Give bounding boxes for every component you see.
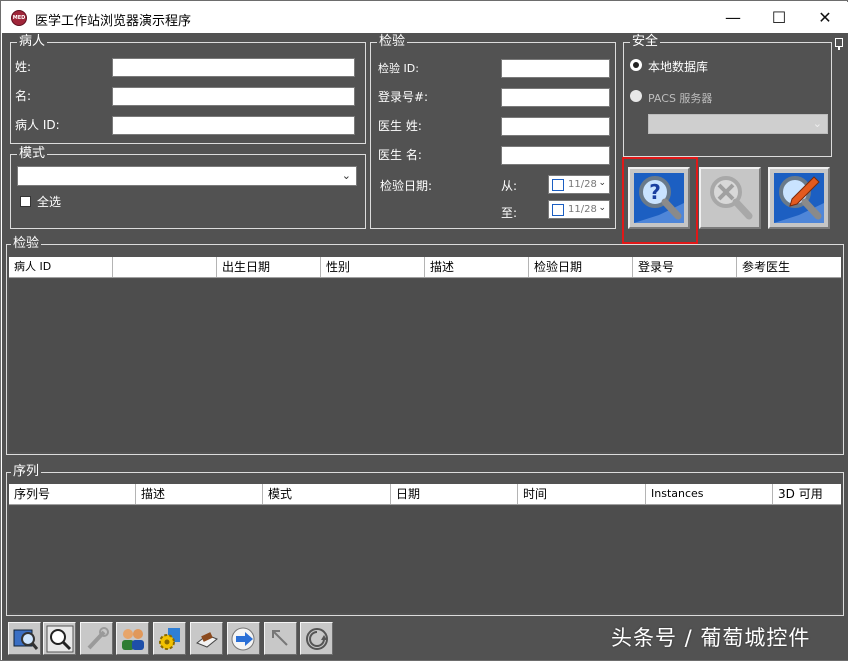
select-all-label: 全选 [37,195,62,209]
exam-date-label: 检验日期: [380,179,433,193]
pacs-server-select[interactable]: ⌄ [648,114,828,134]
settings-button[interactable] [153,622,186,655]
search-query-icon: ? [634,173,684,223]
col-sex[interactable]: 性别 [321,257,425,277]
date-to-picker[interactable]: 11/28 ⌄ [548,200,610,219]
pin-icon[interactable] [835,38,843,50]
maximize-button[interactable]: ☐ [756,2,802,33]
minimize-button[interactable]: — [710,2,756,33]
col-description[interactable]: 描述 [425,257,529,277]
col-referring-doctor[interactable]: 参考医生 [737,257,841,277]
close-button[interactable]: ✕ [802,2,848,33]
svg-text:?: ? [649,180,661,204]
users-icon [122,629,144,650]
storage-icon [196,632,218,648]
search-icon [46,625,74,653]
date-to-checkbox[interactable] [552,204,564,216]
chevron-down-icon: ⌄ [598,203,606,213]
cursor-button[interactable] [264,622,297,655]
modality-select[interactable]: ⌄ [17,166,357,186]
local-db-radio[interactable] [630,59,642,71]
watermark-text: 头条号 / 葡萄城控件 [611,626,811,650]
tools-icon [87,627,109,650]
series-list-body[interactable] [9,506,841,613]
col-series-modality[interactable]: 模式 [263,484,391,504]
app-icon: MED [11,10,27,26]
settings-gear-icon [159,628,180,650]
search-button[interactable]: ? [628,167,690,229]
pacs-server-label: PACS 服务器 [648,92,713,105]
local-db-label: 本地数据库 [648,60,709,74]
date-from-picker[interactable]: 11/28 ⌄ [548,175,610,194]
series-list-header: 序列号 描述 模式 日期 时间 Instances 3D 可用 [9,484,841,505]
doctor-first-name-input[interactable] [501,146,610,165]
first-name-label: 名: [15,89,32,103]
chevron-down-icon: ⌄ [812,117,822,130]
col-series-number[interactable]: 序列号 [9,484,136,504]
exam-filter-group: 检验 检验 ID: 登录号#: 医生 姓: 医生 名: 检验日期: 从: 11/… [370,34,616,229]
window-title: 医学工作站浏览器演示程序 [35,14,192,29]
exam-list-header: 病人 ID 出生日期 性别 描述 检验日期 登录号 参考医生 [9,257,841,278]
edit-query-icon [774,173,824,223]
col-exam-date[interactable]: 检验日期 [529,257,633,277]
security-group: 安全 本地数据库 PACS 服务器 ⌄ [623,34,832,157]
exam-list-body[interactable] [9,279,841,452]
patient-browser-button[interactable] [8,622,41,655]
doctor-last-name-label: 医生 姓: [378,119,422,133]
clear-search-button[interactable] [699,167,761,229]
col-series-date[interactable]: 日期 [391,484,518,504]
select-all-checkbox[interactable] [20,196,31,207]
exam-id-input[interactable] [501,59,610,78]
edit-query-button[interactable] [768,167,830,229]
accession-input[interactable] [501,88,610,107]
date-to-value: 11/28 [568,204,597,215]
client-area: 病人 姓: 名: 病人 ID: 模式 ⌄ 全选 检验 检验 ID: 登录号#: … [2,33,848,660]
app-window: MED 医学工作站浏览器演示程序 — ☐ ✕ 病人 姓: 名: 病人 ID: 模… [0,0,848,661]
col-accession[interactable]: 登录号 [633,257,737,277]
patient-id-label: 病人 ID: [15,118,60,132]
clear-search-icon [705,173,755,223]
col-3d-available[interactable]: 3D 可用 [773,484,841,504]
date-from-label: 从: [501,179,518,193]
date-from-value: 11/28 [568,179,597,190]
date-to-label: 至: [501,206,518,220]
doctor-first-name-label: 医生 名: [378,148,422,162]
title-bar: MED 医学工作站浏览器演示程序 — ☐ ✕ [2,2,848,33]
chevron-down-icon: ⌄ [341,169,351,182]
chevron-down-icon: ⌄ [598,178,606,188]
patient-group-title: 病人 [17,34,48,50]
accession-label: 登录号#: [378,90,429,104]
refresh-button[interactable] [300,622,333,655]
send-disc-icon [231,627,255,651]
col-series-time[interactable]: 时间 [518,484,646,504]
send-disc-button[interactable] [227,622,260,655]
users-button[interactable] [116,622,149,655]
doctor-last-name-input[interactable] [501,117,610,136]
first-name-input[interactable] [112,87,355,106]
col-patient-id[interactable]: 病人 ID [9,257,113,277]
modality-group-title: 模式 [17,146,48,162]
col-series-description[interactable]: 描述 [136,484,263,504]
last-name-input[interactable] [112,58,355,77]
exam-list-title: 检验 [11,236,42,252]
patient-group: 病人 姓: 名: 病人 ID: [10,34,366,144]
col-birth-date[interactable]: 出生日期 [217,257,321,277]
exam-filter-group-title: 检验 [377,34,408,50]
series-list-title: 序列 [11,464,42,480]
modality-group: 模式 ⌄ 全选 [10,146,366,229]
search-tool-button[interactable] [43,622,76,655]
storage-button[interactable] [190,622,223,655]
pacs-server-radio[interactable] [630,90,642,102]
col-blank[interactable] [113,257,217,277]
date-from-checkbox[interactable] [552,179,564,191]
col-instances[interactable]: Instances [646,484,773,504]
last-name-label: 姓: [15,60,32,74]
patient-browser-icon [13,629,39,650]
refresh-icon [306,628,328,650]
patient-id-input[interactable] [112,116,355,135]
cursor-icon [272,630,288,646]
security-group-title: 安全 [630,34,661,50]
tools-button[interactable] [80,622,113,655]
exam-id-label: 检验 ID: [378,62,419,75]
